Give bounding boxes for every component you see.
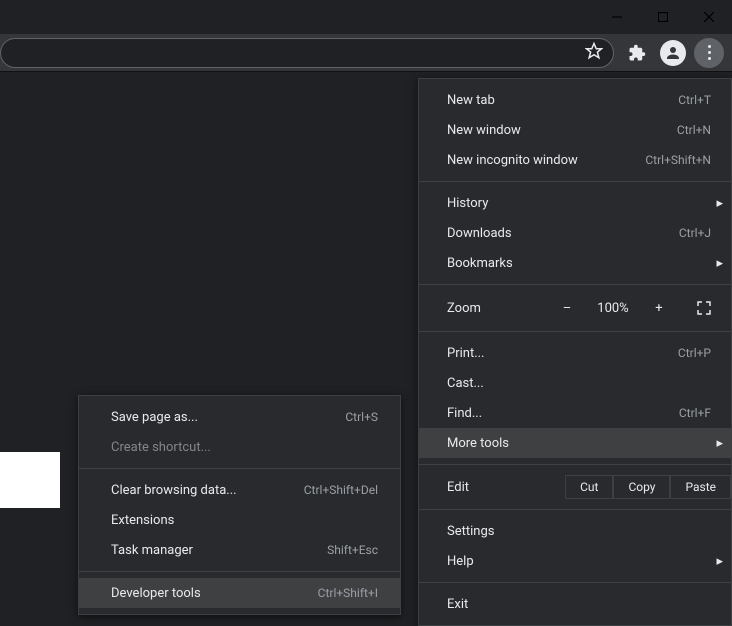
submenu-developer-tools[interactable]: Developer tools Ctrl+Shift+I [79,578,400,608]
window-controls [594,0,732,34]
menu-separator [419,509,731,510]
menu-item-label: Bookmarks [447,256,513,271]
submenu-shortcut: Shift+Esc [327,543,378,557]
kebab-dot [708,45,711,48]
menu-item-label: Cast... [447,376,484,391]
menu-item-shortcut: Ctrl+Shift+N [645,153,711,167]
menu-separator [419,284,731,285]
zoom-out-button[interactable]: – [559,301,575,316]
cut-button[interactable]: Cut [565,475,613,499]
titlebar [0,0,732,34]
submenu-label: Developer tools [111,586,201,601]
omnibox[interactable] [0,38,614,68]
menu-separator [419,582,731,583]
menu-exit[interactable]: Exit [419,589,731,619]
copy-button[interactable]: Copy [613,475,670,499]
menu-separator [79,571,400,572]
submenu-create-shortcut: Create shortcut... [79,432,400,462]
menu-item-label: Help [447,554,474,569]
menu-item-label: Print... [447,346,484,361]
menu-settings[interactable]: Settings [419,516,731,546]
submenu-task-manager[interactable]: Task manager Shift+Esc [79,535,400,565]
menu-separator [419,331,731,332]
paste-button[interactable]: Paste [670,475,731,499]
zoom-label: Zoom [447,301,559,316]
white-patch [0,452,60,508]
menu-find[interactable]: Find... Ctrl+F [419,398,731,428]
menu-new-incognito[interactable]: New incognito window Ctrl+Shift+N [419,145,731,175]
menu-item-label: More tools [447,436,509,451]
address-input[interactable] [15,45,585,61]
submenu-label: Create shortcut... [111,440,211,455]
edit-label: Edit [447,480,565,495]
profile-button[interactable] [658,38,688,68]
toolbar [0,34,732,72]
menu-new-window[interactable]: New window Ctrl+N [419,115,731,145]
chevron-right-icon: ▸ [716,256,723,271]
chevron-right-icon: ▸ [716,196,723,211]
menu-item-label: New incognito window [447,153,578,168]
menu-help[interactable]: Help ▸ [419,546,731,576]
submenu-save-page[interactable]: Save page as... Ctrl+S [79,402,400,432]
menu-item-label: New window [447,123,521,138]
menu-edit: Edit Cut Copy Paste [419,471,731,503]
submenu-shortcut: Ctrl+Shift+I [318,586,378,600]
menu-new-tab[interactable]: New tab Ctrl+T [419,85,731,115]
maximize-button[interactable] [640,0,686,34]
menu-zoom: Zoom – 100% + [419,291,731,325]
submenu-label: Extensions [111,513,174,528]
submenu-clear-data[interactable]: Clear browsing data... Ctrl+Shift+Del [79,475,400,505]
submenu-extensions[interactable]: Extensions [79,505,400,535]
menu-item-label: Exit [447,597,468,612]
chevron-right-icon: ▸ [716,436,723,451]
menu-cast[interactable]: Cast... [419,368,731,398]
more-tools-submenu: Save page as... Ctrl+S Create shortcut..… [78,395,401,615]
menu-item-label: Settings [447,524,494,539]
menu-item-label: New tab [447,93,495,108]
star-icon[interactable] [585,42,603,64]
submenu-label: Save page as... [111,410,198,425]
kebab-dot [708,57,711,60]
main-menu: New tab Ctrl+T New window Ctrl+N New inc… [418,78,732,626]
menu-item-shortcut: Ctrl+N [677,123,711,137]
close-button[interactable] [686,0,732,34]
zoom-value: 100% [593,301,633,316]
menu-item-shortcut: Ctrl+F [679,406,711,420]
menu-history[interactable]: History ▸ [419,188,731,218]
extensions-button[interactable] [622,38,652,68]
menu-downloads[interactable]: Downloads Ctrl+J [419,218,731,248]
menu-separator [419,181,731,182]
menu-separator [79,468,400,469]
chevron-right-icon: ▸ [716,554,723,569]
fullscreen-button[interactable] [695,299,713,317]
menu-item-shortcut: Ctrl+J [679,226,711,240]
menu-item-shortcut: Ctrl+T [678,93,711,107]
submenu-label: Clear browsing data... [111,483,237,498]
kebab-dot [708,51,711,54]
menu-item-label: Find... [447,406,482,421]
menu-item-shortcut: Ctrl+P [678,346,711,360]
menu-button[interactable] [694,38,724,68]
menu-print[interactable]: Print... Ctrl+P [419,338,731,368]
zoom-in-button[interactable]: + [651,301,667,316]
submenu-label: Task manager [111,543,193,558]
submenu-shortcut: Ctrl+S [345,410,378,424]
menu-more-tools[interactable]: More tools ▸ [419,428,731,458]
menu-item-label: Downloads [447,226,512,241]
menu-bookmarks[interactable]: Bookmarks ▸ [419,248,731,278]
avatar-icon [660,40,686,66]
submenu-shortcut: Ctrl+Shift+Del [304,483,378,497]
minimize-button[interactable] [594,0,640,34]
menu-separator [419,464,731,465]
menu-item-label: History [447,196,488,211]
